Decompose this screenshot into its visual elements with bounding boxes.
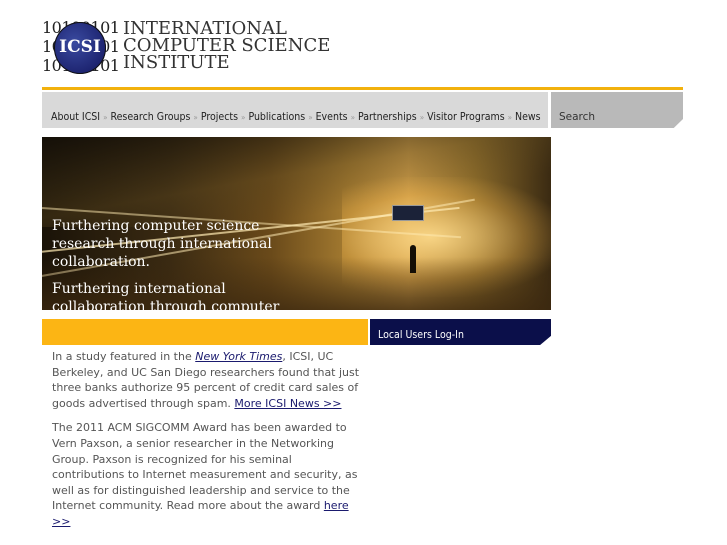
nav-research-groups[interactable]: Research Groups xyxy=(111,111,191,123)
icsi-logo[interactable]: 10100101 10100101 10100101 ICSI INTERNAT… xyxy=(42,18,342,76)
nav-separator-icon: » xyxy=(193,113,198,122)
nav-news[interactable]: News xyxy=(515,111,541,123)
login-label: Local Users Log-In xyxy=(378,329,464,341)
logo-abbreviation: ICSI xyxy=(59,37,101,57)
main-navigation: About ICSI» Research Groups» Projects» Publ… xyxy=(42,92,548,128)
news-item-1: In a study featured in the New York Time… xyxy=(52,350,360,410)
nav-about-icsi[interactable]: About ICSI xyxy=(51,111,100,123)
more-icsi-news-link[interactable]: More ICSI News >> xyxy=(234,397,341,410)
local-users-login-button[interactable]: Local Users Log-In xyxy=(370,319,551,345)
news-section: In a study featured in the New York Time… xyxy=(52,349,360,539)
nav-events[interactable]: Events xyxy=(316,111,348,123)
nav-separator-icon: » xyxy=(308,113,313,122)
nav-projects[interactable]: Projects xyxy=(201,111,238,123)
nav-publications[interactable]: Publications xyxy=(248,111,305,123)
new-york-times-link[interactable]: New York Times xyxy=(195,350,282,363)
search-input[interactable] xyxy=(557,109,671,125)
news-header-bar xyxy=(42,319,368,345)
hero-person-silhouette xyxy=(410,245,416,273)
nav-separator-icon: » xyxy=(103,113,108,122)
nav-partnerships[interactable]: Partnerships xyxy=(358,111,417,123)
nav-separator-icon: » xyxy=(419,113,425,122)
nav-visitor-programs[interactable]: Visitor Programs xyxy=(427,111,505,123)
search-box xyxy=(551,92,683,128)
institute-name: INTERNATIONAL COMPUTER SCIENCE INSTITUTE xyxy=(123,18,331,73)
header-accent-line xyxy=(42,87,683,90)
nav-separator-icon: » xyxy=(507,113,513,122)
hero-station-sign xyxy=(392,205,424,221)
hero-banner: Furthering computer science research thr… xyxy=(42,137,551,310)
hero-tagline-2: Furthering international collaboration t… xyxy=(52,281,280,310)
nav-separator-icon: » xyxy=(241,113,246,122)
hero-taglines: Furthering computer science research thr… xyxy=(52,217,317,310)
hero-tagline-1: Furthering computer science research thr… xyxy=(52,218,272,270)
nav-separator-icon: » xyxy=(350,113,355,122)
news-item-2: The 2011 ACM SIGCOMM Award has been awar… xyxy=(52,421,358,528)
